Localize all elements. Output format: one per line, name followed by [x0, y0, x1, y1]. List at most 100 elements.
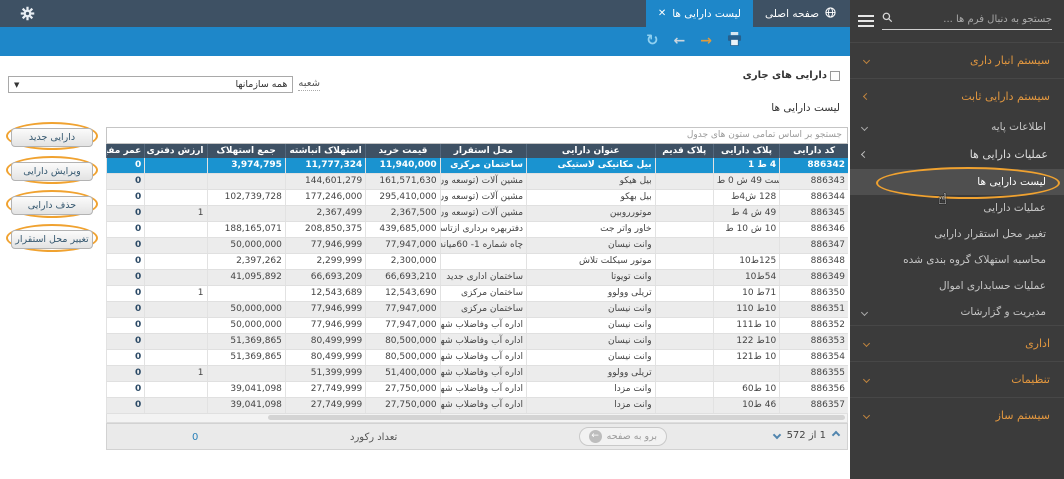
cell-price: 80,500,000 — [366, 349, 440, 365]
column-header-total[interactable]: جمع استهلاک — [207, 144, 285, 158]
sidebar-item-6[interactable]: تغییر محل استقرار دارایی — [850, 221, 1064, 247]
cell-accum: 51,399,999 — [285, 365, 365, 381]
tab-bar-spacer — [55, 0, 646, 27]
cell-price: 51,400,000 — [366, 365, 440, 381]
column-header-code[interactable]: کد دارایی — [780, 144, 848, 158]
cell-title: بیل مکانیکی لاستیکی — [527, 158, 656, 174]
sidebar-item-label: محاسبه استهلاک گروه بندی شده — [903, 254, 1046, 266]
table-row[interactable]: 886344ط4ش 128بیل بهکومشین آلات (توسعه ون… — [107, 189, 849, 205]
column-header-location[interactable]: محل استقرار — [440, 144, 526, 158]
sidebar-item-11[interactable]: تنظیمات — [850, 361, 1064, 397]
sidebar-item-3[interactable]: عملیات دارایی ها — [850, 140, 1064, 169]
cell-book — [145, 301, 207, 317]
cell-life: 0 — [107, 365, 145, 381]
cell-book — [145, 158, 207, 174]
cell-life: 0 — [107, 333, 145, 349]
prev-page-icon[interactable] — [772, 431, 780, 439]
cell-plate: 121ط 10 — [713, 349, 779, 365]
table-row[interactable]: 886347وانت نیسانچاه شماره 1- 60میاند77,9… — [107, 237, 849, 253]
next-page-icon[interactable] — [832, 431, 840, 439]
sidebar: سیستم انبار داری سیستم دارایی ثابت اطلاعات… — [850, 0, 1064, 479]
record-count-value: 0 — [192, 432, 198, 443]
sidebar-item-12[interactable]: سیستم ساز — [850, 397, 1064, 433]
cell-accum: 27,749,999 — [285, 381, 365, 397]
sidebar-item-8[interactable]: عملیات حسابداری اموال — [850, 273, 1064, 299]
table-row[interactable]: 886343ط 0 ش 49 تستبیل هیکومشین آلات (توس… — [107, 173, 849, 189]
table-row[interactable]: 886355تریلی وولوواداره آب وفاضلاب شهر51,… — [107, 365, 849, 381]
cell-life: 0 — [107, 269, 145, 285]
cell-title: وانت مزدا — [527, 381, 656, 397]
table-row[interactable]: 88635010 ط71تریلی وولووساختمان مرکزی12,5… — [107, 285, 849, 301]
column-header-accum[interactable]: استهلاک انباشته — [285, 144, 365, 158]
column-header-book[interactable]: ارزش دفتری — [145, 144, 207, 158]
table-row[interactable]: 88635660ط 10وانت مزدااداره آب وفاضلاب شه… — [107, 381, 849, 397]
cell-title: وانت نیسان — [527, 349, 656, 365]
sidebar-item-label: سیستم دارایی ثابت — [961, 90, 1050, 103]
goto-page-button[interactable]: برو به صفحه ← — [579, 427, 667, 446]
action-button-1[interactable]: ویرایش دارایی — [11, 162, 93, 181]
cell-life: 0 — [107, 237, 145, 253]
cell-code: 886348 — [780, 253, 848, 269]
sidebar-item-4[interactable]: لیست دارایی ها☝ — [850, 169, 1064, 195]
cell-total: 50,000,000 — [207, 301, 285, 317]
table-row[interactable]: 886353122 ط10وانت نیساناداره آب وفاضلاب … — [107, 333, 849, 349]
cell-price: 295,410,000 — [366, 189, 440, 205]
cell-accum: 80,499,999 — [285, 333, 365, 349]
table-row[interactable]: 886354121ط 10وانت نیساناداره آب وفاضلاب … — [107, 349, 849, 365]
cell-old_plate — [655, 269, 713, 285]
gear-icon[interactable] — [0, 0, 55, 27]
table-row[interactable]: 88634910ط54وانت تویوتاساختمان اداری جدید… — [107, 269, 849, 285]
tab-home[interactable]: صفحه اصلی — [753, 0, 848, 27]
table-row[interactable]: 886352111ط 10وانت نیساناداره آب وفاضلاب … — [107, 317, 849, 333]
cell-location — [440, 253, 526, 269]
sidebar-item-1[interactable]: سیستم دارایی ثابت — [850, 78, 1064, 114]
column-header-life[interactable]: عمر مفید — [107, 144, 145, 158]
sidebar-item-9[interactable]: مدیریت و گزارشات — [850, 299, 1064, 325]
column-header-title[interactable]: عنوان دارایی — [527, 144, 656, 158]
cell-price: 2,367,500 — [366, 205, 440, 221]
action-button-2[interactable]: حذف دارایی — [11, 196, 93, 215]
action-button-0[interactable]: دارایی جدید — [11, 128, 93, 147]
back-arrow-icon[interactable]: ← — [674, 34, 686, 48]
table-row[interactable]: 886346ط 10 ش 10خاور واتر جتدفتربهره بردا… — [107, 221, 849, 237]
column-header-old_plate[interactable]: پلاک قدیم — [655, 144, 713, 158]
tab-asset-list[interactable]: لیست دارایی ها ✕ — [646, 0, 753, 27]
sidebar-item-7[interactable]: محاسبه استهلاک گروه بندی شده — [850, 247, 1064, 273]
cell-plate: 10 ط71 — [713, 285, 779, 301]
column-header-plate[interactable]: پلاک دارایی — [713, 144, 779, 158]
branch-select[interactable]: همه سازمانها ▼ — [8, 76, 293, 93]
cell-title: تریلی وولوو — [527, 285, 656, 301]
scrollbar-thumb[interactable] — [268, 415, 845, 420]
sidebar-item-2[interactable]: اطلاعات پایه — [850, 114, 1064, 140]
chevron-left-icon — [863, 412, 870, 419]
current-assets-filter[interactable]: دارایی های جاری — [743, 70, 840, 81]
cell-price: 80,500,000 — [366, 333, 440, 349]
chevron-left-icon — [861, 308, 868, 315]
table-row[interactable]: 8863421 ط 4بیل مکانیکی لاستیکیساختمان مر… — [107, 158, 849, 174]
cell-accum: 208,850,375 — [285, 221, 365, 237]
cell-code: 886344 — [780, 189, 848, 205]
print-icon[interactable] — [727, 32, 742, 49]
sidebar-search-input[interactable] — [897, 14, 1052, 25]
table-row[interactable]: 886351110 ط10وانت نیسانساختمان مرکزی77,9… — [107, 301, 849, 317]
cell-old_plate — [655, 301, 713, 317]
table-row[interactable]: 88634810ط125موتور سیکلت تلاش2,300,0002,2… — [107, 253, 849, 269]
sidebar-item-10[interactable]: اداری — [850, 325, 1064, 361]
tab-home-label: صفحه اصلی — [765, 8, 819, 20]
table-row[interactable]: 88635710ط 46وانت مزدااداره آب وفاضلاب شه… — [107, 397, 849, 413]
horizontal-scrollbar[interactable] — [106, 414, 848, 423]
close-tab-icon[interactable]: ✕ — [658, 8, 666, 19]
hamburger-menu-icon[interactable] — [858, 12, 874, 30]
action-button-3[interactable]: تغییر محل استقرار — [11, 230, 93, 249]
table-row[interactable]: 886345ط 4 ش 49موتورروبینمشین آلات (توسعه… — [107, 205, 849, 221]
sidebar-item-5[interactable]: عملیات دارایی — [850, 195, 1064, 221]
pager: 1 از 572 — [774, 430, 839, 441]
sidebar-item-0[interactable]: سیستم انبار داری — [850, 42, 1064, 78]
table-search-input[interactable] — [106, 127, 848, 144]
forward-arrow-icon[interactable]: → — [700, 34, 712, 48]
cell-title: تریلی وولوو — [527, 365, 656, 381]
checkbox-icon[interactable] — [830, 71, 840, 81]
refresh-icon[interactable]: ↻ — [646, 33, 659, 48]
column-header-price[interactable]: قیمت خرید — [366, 144, 440, 158]
sidebar-search[interactable] — [882, 12, 1052, 30]
